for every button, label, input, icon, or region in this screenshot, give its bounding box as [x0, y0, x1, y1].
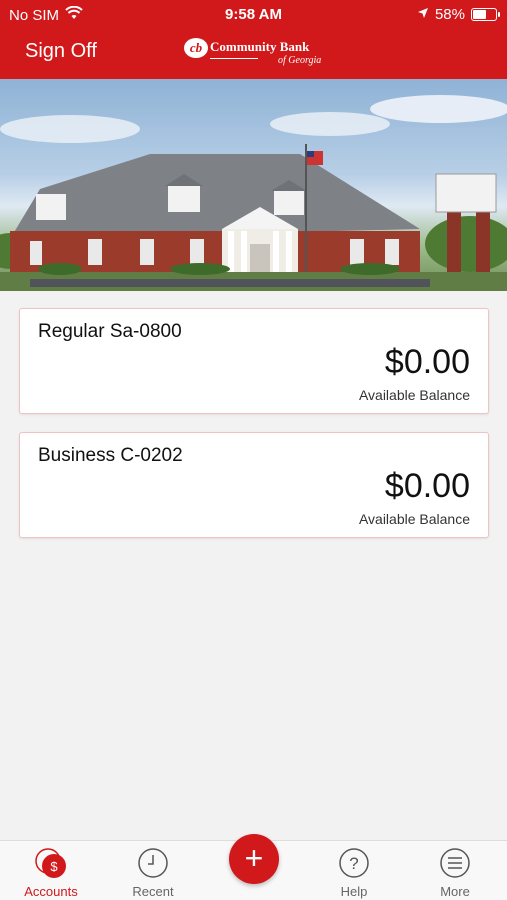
account-card[interactable]: Regular Sa-0800 $0.00 Available Balance: [19, 308, 489, 414]
battery-icon: [471, 8, 500, 21]
tab-label: Help: [340, 884, 368, 899]
tab-accounts[interactable]: $ Accounts: [1, 841, 101, 900]
balance-label: Available Balance: [358, 387, 470, 403]
logo-rule: [210, 58, 258, 59]
sign-off-button[interactable]: Sign Off: [25, 40, 97, 63]
battery-percent: 58%: [434, 6, 465, 23]
accounts-badge-glyph: $: [50, 859, 58, 874]
help-icon: ?: [338, 847, 370, 879]
account-balance: $0.00: [384, 467, 470, 505]
logo-mark: cb: [184, 38, 208, 58]
logo-subtitle: of Georgia: [278, 55, 322, 66]
account-card[interactable]: Business C-0202 $0.00 Available Balance: [19, 432, 489, 538]
status-right: 58%: [417, 6, 500, 23]
app-header: No SIM 9:58 AM 58% Sign Off cb Community…: [0, 0, 507, 79]
balance-label: Available Balance: [358, 511, 470, 527]
account-name: Regular Sa-0800: [38, 321, 182, 342]
account-balance: $0.00: [384, 343, 470, 381]
tab-more[interactable]: More: [405, 841, 505, 900]
status-bar: No SIM 9:58 AM 58%: [0, 0, 507, 30]
plus-icon: +: [244, 840, 264, 876]
tab-help[interactable]: ? Help: [304, 841, 404, 900]
logo-name: Community Bank: [210, 39, 310, 54]
location-arrow-icon: [417, 6, 429, 23]
menu-icon: [439, 847, 471, 879]
tab-label: Recent: [132, 884, 174, 899]
bank-logo: cb Community Bank of Georgia: [184, 38, 329, 68]
accounts-icon: $: [35, 847, 67, 879]
account-name: Business C-0202: [38, 445, 183, 466]
svg-text:?: ?: [349, 854, 358, 873]
tab-label: Accounts: [24, 884, 78, 899]
clock-icon: [137, 847, 169, 879]
add-button[interactable]: +: [229, 834, 279, 884]
tab-recent[interactable]: Recent: [103, 841, 203, 900]
bank-branch-photo: [0, 79, 507, 291]
tab-label: More: [440, 884, 470, 899]
